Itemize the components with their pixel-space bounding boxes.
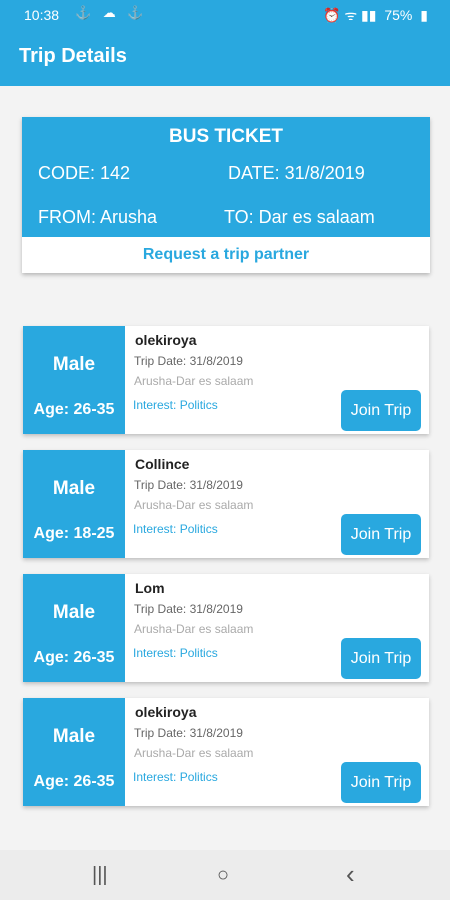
ticket-date: DATE: 31/8/2019 bbox=[228, 163, 365, 183]
bus-ticket-card: BUS TICKET CODE: 142 DATE: 31/8/2019 FRO… bbox=[22, 117, 430, 273]
back-icon[interactable]: ‹ bbox=[346, 859, 355, 890]
status-time: 10:38 bbox=[24, 7, 60, 23]
partner-gender: Male bbox=[52, 726, 96, 747]
battery-icon: ▮ bbox=[420, 7, 428, 23]
battery-percent: 75% bbox=[384, 7, 413, 23]
join-trip-button[interactable]: Join Trip bbox=[341, 638, 421, 679]
alarm-wifi-signal-icon: ⏰ ᯤ ▮▮ bbox=[323, 7, 377, 23]
partner-trip-date: Trip Date: 31/8/2019 bbox=[134, 354, 243, 368]
ticket-header: BUS TICKET CODE: 142 DATE: 31/8/2019 FRO… bbox=[22, 117, 430, 237]
partner-route: Arusha-Dar es salaam bbox=[134, 622, 254, 636]
partner-summary: Male Age: 26-35 bbox=[23, 574, 125, 682]
partner-gender: Male bbox=[52, 354, 96, 375]
join-trip-button[interactable]: Join Trip bbox=[341, 390, 421, 431]
partner-age: Age: 26-35 bbox=[33, 649, 115, 666]
join-trip-button[interactable]: Join Trip bbox=[341, 762, 421, 803]
partner-interest: Interest: Politics bbox=[133, 522, 218, 536]
recent-apps-icon[interactable]: ||| bbox=[92, 864, 108, 887]
partner-summary: Male Age: 18-25 bbox=[23, 450, 125, 558]
partner-card: Male Age: 26-35 olekiroya Trip Date: 31/… bbox=[23, 698, 429, 806]
ticket-from: FROM: Arusha bbox=[38, 207, 158, 227]
join-trip-button[interactable]: Join Trip bbox=[341, 514, 421, 555]
status-right: ⏰ ᯤ ▮▮ 75% ▮ bbox=[319, 6, 428, 25]
ticket-code: CODE: 142 bbox=[38, 163, 131, 183]
partner-route: Arusha-Dar es salaam bbox=[134, 374, 254, 388]
partner-route: Arusha-Dar es salaam bbox=[134, 746, 254, 760]
partner-name: olekiroya bbox=[135, 332, 197, 348]
partner-name: Lom bbox=[135, 580, 165, 596]
partner-age: Age: 26-35 bbox=[33, 773, 115, 790]
page-title: Trip Details bbox=[19, 45, 127, 67]
partner-interest: Interest: Politics bbox=[133, 646, 218, 660]
partner-route: Arusha-Dar es salaam bbox=[134, 498, 254, 512]
partner-card: Male Age: 26-35 Lom Trip Date: 31/8/2019… bbox=[23, 574, 429, 682]
home-icon[interactable]: ○ bbox=[217, 864, 229, 887]
ticket-title: BUS TICKET bbox=[169, 126, 283, 147]
partner-interest: Interest: Politics bbox=[133, 398, 218, 412]
partner-summary: Male Age: 26-35 bbox=[23, 698, 125, 806]
partner-name: olekiroya bbox=[135, 704, 197, 720]
notification-icons: ⚓ ☁ ⚓ bbox=[75, 5, 148, 20]
partner-summary: Male Age: 26-35 bbox=[23, 326, 125, 434]
partner-card: Male Age: 26-35 olekiroya Trip Date: 31/… bbox=[23, 326, 429, 434]
partner-age: Age: 18-25 bbox=[33, 525, 115, 542]
request-trip-partner-link[interactable]: Request a trip partner bbox=[22, 237, 430, 273]
partner-name: Collince bbox=[135, 456, 190, 472]
partner-interest: Interest: Politics bbox=[133, 770, 218, 784]
system-nav-bar: ||| ○ ‹ bbox=[0, 850, 450, 900]
partner-list: Male Age: 26-35 olekiroya Trip Date: 31/… bbox=[23, 326, 429, 822]
partner-trip-date: Trip Date: 31/8/2019 bbox=[134, 478, 243, 492]
partner-age: Age: 26-35 bbox=[33, 401, 115, 418]
ticket-to: TO: Dar es salaam bbox=[224, 207, 375, 227]
partner-card: Male Age: 18-25 Collince Trip Date: 31/8… bbox=[23, 450, 429, 558]
app-bar: Trip Details bbox=[0, 30, 450, 86]
partner-trip-date: Trip Date: 31/8/2019 bbox=[134, 602, 243, 616]
partner-gender: Male bbox=[52, 602, 96, 623]
partner-trip-date: Trip Date: 31/8/2019 bbox=[134, 726, 243, 740]
partner-gender: Male bbox=[52, 478, 96, 499]
status-bar: 10:38 ⚓ ☁ ⚓ ⏰ ᯤ ▮▮ 75% ▮ bbox=[0, 0, 450, 30]
